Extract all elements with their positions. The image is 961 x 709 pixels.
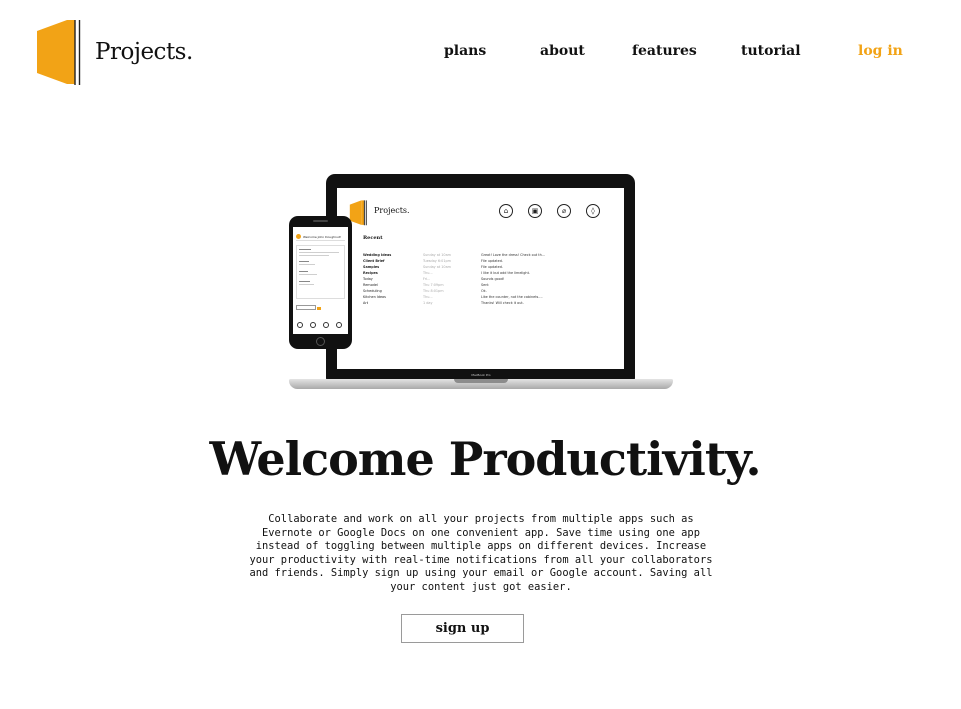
row-date: Thu 7:09pm [423,283,444,287]
table-row: Art 1 day Thanks! Will check it out. [363,300,583,306]
list-item [299,261,309,263]
mini-brand-name: Projects. [374,206,410,215]
row-date: Thu... [423,295,433,299]
list-item [299,284,314,286]
mini-icon-bar: ⌂ ▣ ⌀ ◊ [499,204,600,218]
mini-book-logo-icon [349,200,367,226]
list-item [299,271,308,273]
nav-about[interactable]: about [540,43,585,59]
laptop-screen: Projects. ⌂ ▣ ⌀ ◊ Recent Wedding Ideas S… [326,174,635,380]
mini-recent-title: Recent [363,235,383,241]
home-icon [297,322,303,328]
laptop-notch [454,379,508,383]
phone-home-button [316,337,325,346]
home-icon: ⌂ [499,204,513,218]
phone-logo-icon [296,234,301,239]
brand-logo[interactable]: Projects. [37,19,193,87]
row-name: Recipes [363,271,378,275]
row-note: File updated. [481,259,503,263]
mini-recent-table: Wedding Ideas Sunday at 10am Great! Love… [363,252,583,306]
hero-headline: Welcome Productivity. [209,432,761,486]
list-item [299,281,310,283]
row-date: Thu... [423,271,433,275]
row-date: Sunday at 10am [423,265,451,269]
row-note: Like the counter, not the cabinets.... [481,295,543,299]
row-date: Fri... [423,277,431,281]
laptop-app-screen: Projects. ⌂ ▣ ⌀ ◊ Recent Wedding Ideas S… [337,188,624,369]
attach-icon: ⌀ [557,204,571,218]
row-name: Scheduling [363,289,382,293]
row-note: I like it but add the limelight. [481,271,530,275]
brand-name: Projects. [95,39,193,65]
phone-header: Welcome John Doughnut! [296,233,345,241]
row-name: Remodel [363,283,378,287]
phone-speaker [313,220,328,222]
nav-features[interactable]: features [632,43,697,59]
book-logo-icon [37,20,81,85]
row-note: Thanks! Will check it out. [481,301,524,305]
drop-icon [336,322,342,328]
drop-icon: ◊ [586,204,600,218]
row-date: Tuesday 6:01pm [423,259,451,263]
row-date: 1 day [423,301,433,305]
device-mockup-illustration: Projects. ⌂ ▣ ⌀ ◊ Recent Wedding Ideas S… [289,174,673,394]
phone-input [296,305,321,310]
sign-up-button[interactable]: sign up [401,614,524,643]
row-name: Wedding Ideas [363,253,392,257]
row-name: Art [363,301,369,305]
row-name: Kitchen Ideas [363,295,386,299]
row-note: Great! Love the dress! Check out th... [481,253,545,257]
attach-icon [323,322,329,328]
row-name: Today [363,277,373,281]
row-note: Sounds good! [481,277,505,281]
row-note: Ok. [481,289,487,293]
list-item [299,252,339,254]
row-name: Client Brief [363,259,385,263]
row-date: Thu 8:01pm [423,289,444,293]
row-note: Sent [481,283,489,287]
row-note: File updated. [481,265,503,269]
list-item [299,264,315,266]
camera-icon [310,322,316,328]
phone-icon-bar [297,322,342,328]
phone-list [296,245,345,299]
row-date: Sunday at 10am [423,253,451,257]
nav-log-in[interactable]: log in [858,43,903,59]
row-name: Samples [363,265,380,269]
nav-plans[interactable]: plans [444,43,486,59]
laptop-model-label: MacBook Pro [471,373,491,377]
hero-description: Collaborate and work on all your project… [249,513,713,593]
camera-icon: ▣ [528,204,542,218]
list-item [299,274,317,276]
phone-title: Welcome John Doughnut! [303,234,342,239]
phone: Welcome John Doughnut! [289,216,352,349]
nav-tutorial[interactable]: tutorial [741,43,801,59]
list-item [299,255,329,257]
phone-app-screen: Welcome John Doughnut! [293,227,348,334]
list-item [299,249,311,251]
